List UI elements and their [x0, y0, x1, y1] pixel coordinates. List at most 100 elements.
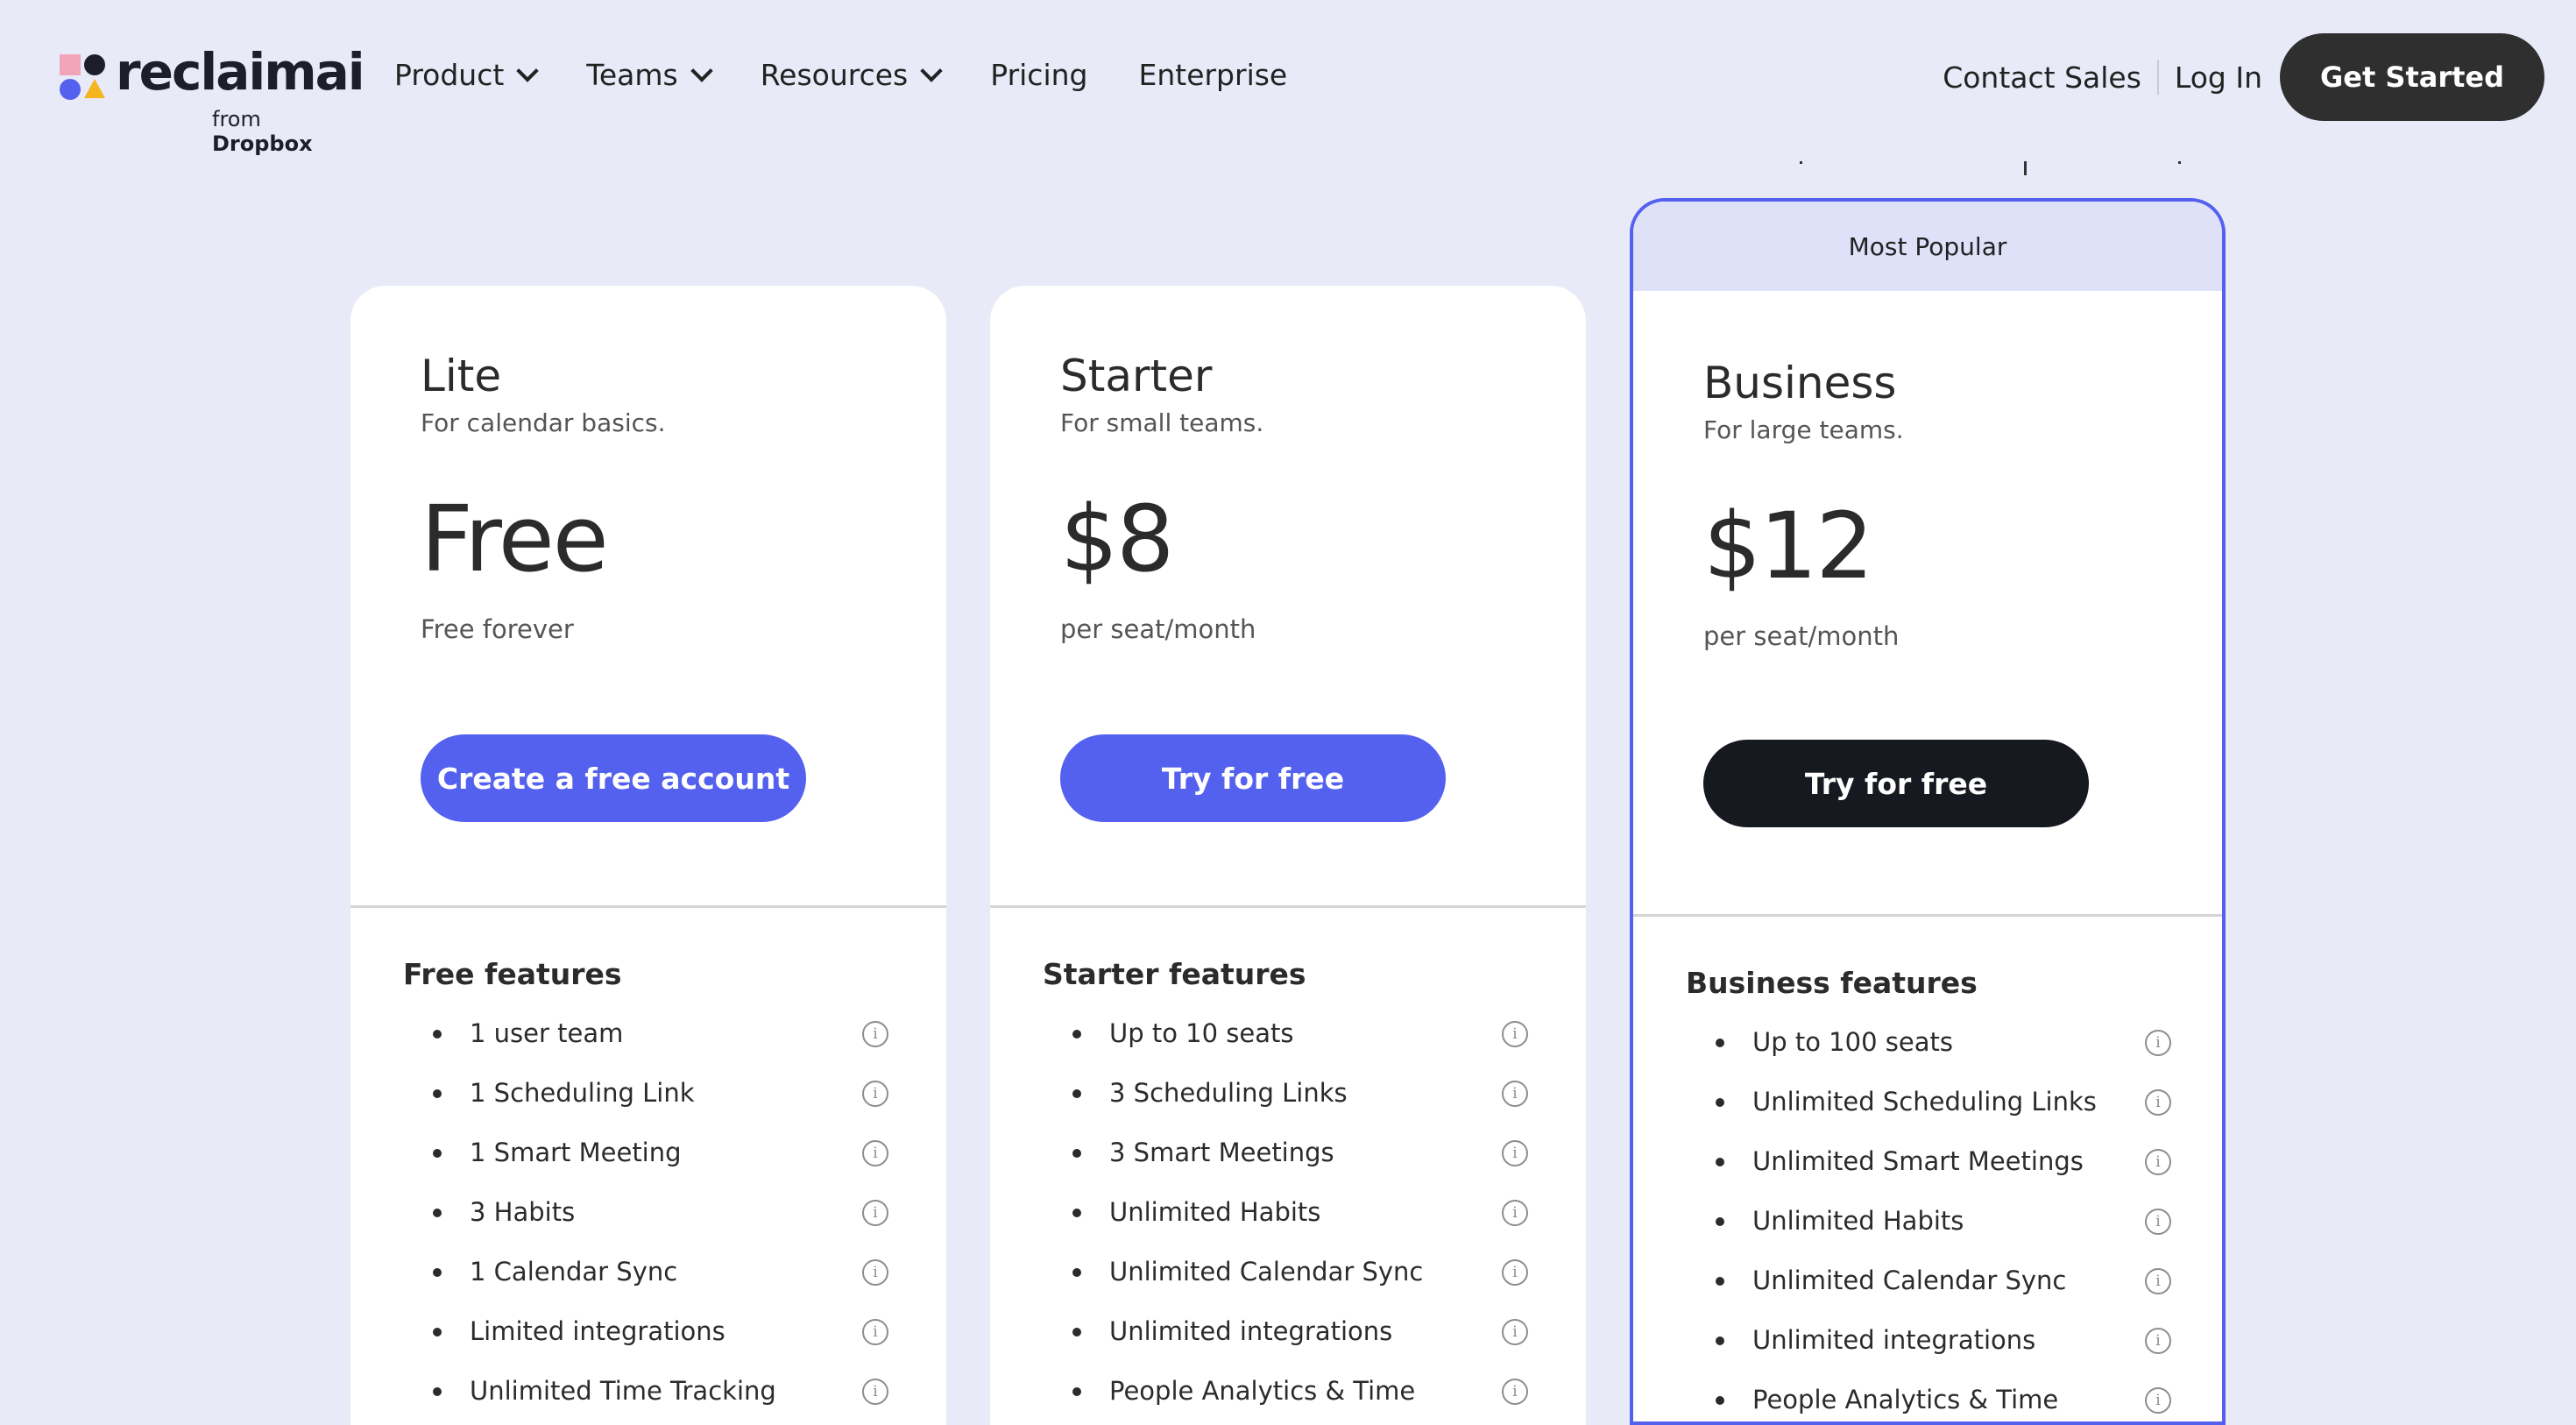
feature-item: Unlimited integrations i: [1043, 1301, 1586, 1361]
bullet-icon: [433, 1328, 442, 1336]
feature-label: 3 Scheduling Links: [1109, 1078, 1348, 1108]
nav-item-pricing[interactable]: Pricing: [990, 58, 1087, 92]
nav-item-product[interactable]: Product: [394, 58, 540, 92]
info-icon[interactable]: i: [2145, 1209, 2171, 1235]
feature-label: Unlimited Scheduling Links: [1752, 1087, 2097, 1117]
feature-list: Up to 10 seats i 3 Scheduling Links i 3 Sm…: [1043, 1003, 1586, 1421]
plan-price: $8: [1060, 486, 1174, 592]
bullet-icon: [1716, 1098, 1724, 1107]
info-icon[interactable]: i: [2145, 1328, 2171, 1354]
info-icon[interactable]: i: [2145, 1089, 2171, 1116]
info-icon[interactable]: i: [1502, 1021, 1528, 1047]
feature-label: 1 Calendar Sync: [470, 1257, 678, 1287]
plan-features: Starter features Up to 10 seats i 3 Sched…: [990, 908, 1586, 1421]
feature-item: 1 user team i: [403, 1003, 946, 1063]
log-in-link[interactable]: Log In: [2175, 60, 2262, 95]
info-icon[interactable]: i: [2145, 1268, 2171, 1294]
nav-actions: Contact Sales Log In Get Started: [1943, 33, 2544, 121]
bullet-icon: [433, 1209, 442, 1217]
plan-price: Free: [421, 486, 609, 592]
feature-item: Up to 10 seats i: [1043, 1003, 1586, 1063]
info-icon[interactable]: i: [862, 1021, 888, 1047]
create-free-account-button[interactable]: Create a free account: [421, 734, 806, 822]
info-icon[interactable]: i: [862, 1200, 888, 1226]
feature-label: Unlimited Calendar Sync: [1109, 1257, 1424, 1287]
features-title: Business features: [1686, 966, 1978, 1000]
plan-card-lite: Lite For calendar basics. Free Free fore…: [350, 286, 946, 1425]
info-icon[interactable]: i: [862, 1259, 888, 1286]
feature-item: 1 Scheduling Link i: [403, 1063, 946, 1123]
info-icon[interactable]: i: [2145, 1030, 2171, 1056]
info-icon[interactable]: i: [862, 1319, 888, 1345]
feature-label: Unlimited Habits: [1752, 1206, 1964, 1236]
info-icon[interactable]: i: [1502, 1379, 1528, 1405]
try-for-free-button-starter[interactable]: Try for free: [1060, 734, 1446, 822]
feature-label: Unlimited integrations: [1109, 1316, 1393, 1346]
feature-list: 1 user team i 1 Scheduling Link i 1 Smart …: [403, 1003, 946, 1421]
feature-label: Limited integrations: [470, 1316, 725, 1346]
nav-item-enterprise[interactable]: Enterprise: [1138, 58, 1287, 92]
bullet-icon: [1716, 1158, 1724, 1166]
feature-item: 3 Habits i: [403, 1182, 946, 1242]
features-title: Starter features: [1043, 957, 1306, 991]
bullet-icon: [1716, 1396, 1724, 1405]
plan-summary: Starter For small teams. $8 per seat/mon…: [990, 286, 1586, 908]
feature-label: 3 Smart Meetings: [1109, 1138, 1334, 1167]
reclaim-logo[interactable]: reclaimai from Dropbox: [58, 42, 365, 156]
feature-item: Unlimited Habits i: [1686, 1191, 2222, 1251]
bullet-icon: [1072, 1209, 1081, 1217]
plan-card-business: Most Popular Business For large teams. $…: [1630, 198, 2226, 1425]
get-started-button[interactable]: Get Started: [2280, 33, 2544, 121]
info-icon[interactable]: i: [2145, 1149, 2171, 1175]
feature-label: 3 Habits: [470, 1197, 576, 1227]
feature-label: 1 user team: [470, 1018, 624, 1048]
info-icon[interactable]: i: [1502, 1259, 1528, 1286]
feature-item: 1 Smart Meeting i: [403, 1123, 946, 1182]
bullet-icon: [1716, 1039, 1724, 1047]
bullet-icon: [433, 1268, 442, 1277]
main-menu: Product Teams Resources Pricing Enterpri…: [394, 58, 1338, 92]
info-icon[interactable]: i: [2145, 1387, 2171, 1414]
logo-from-dropbox: from Dropbox: [212, 107, 313, 156]
feature-label: Unlimited Calendar Sync: [1752, 1265, 2067, 1295]
info-icon[interactable]: i: [862, 1081, 888, 1107]
bullet-icon: [1072, 1030, 1081, 1039]
chevron-down-icon: [920, 59, 943, 82]
chevron-down-icon: [690, 59, 713, 82]
plan-period: Free forever: [421, 614, 574, 644]
feature-item: 3 Scheduling Links i: [1043, 1063, 1586, 1123]
bullet-icon: [1716, 1336, 1724, 1345]
info-icon[interactable]: i: [1502, 1140, 1528, 1166]
bullet-icon: [1072, 1149, 1081, 1158]
nav-item-resources[interactable]: Resources: [761, 58, 943, 92]
features-title: Free features: [403, 957, 622, 991]
plan-name: Starter: [1060, 351, 1213, 401]
feature-item: Unlimited Time Tracking i: [403, 1361, 946, 1421]
plan-summary: Business For large teams. $12 per seat/m…: [1633, 291, 2222, 917]
feature-item: People Analytics & Time i: [1043, 1361, 1586, 1421]
plan-name: Lite: [421, 351, 502, 401]
top-navbar: reclaimai from Dropbox Product Teams Res…: [0, 0, 2576, 158]
bullet-icon: [433, 1149, 442, 1158]
nav-divider: [2156, 60, 2159, 95]
feature-label: Unlimited Time Tracking: [470, 1376, 776, 1406]
plan-tagline: For calendar basics.: [421, 408, 666, 437]
feature-label: Unlimited Habits: [1109, 1197, 1321, 1227]
feature-label: Up to 100 seats: [1752, 1027, 1953, 1057]
feature-item: Unlimited Smart Meetings i: [1686, 1131, 2222, 1191]
bullet-icon: [1716, 1217, 1724, 1226]
bullet-icon: [1072, 1328, 1081, 1336]
info-icon[interactable]: i: [862, 1379, 888, 1405]
try-for-free-button-business[interactable]: Try for free: [1703, 740, 2089, 827]
feature-list: Up to 100 seats i Unlimited Scheduling Li…: [1686, 1012, 2222, 1421]
info-icon[interactable]: i: [1502, 1319, 1528, 1345]
info-icon[interactable]: i: [862, 1140, 888, 1166]
feature-label: People Analytics & Time: [1109, 1376, 1416, 1406]
info-icon[interactable]: i: [1502, 1200, 1528, 1226]
nav-item-teams[interactable]: Teams: [586, 58, 713, 92]
contact-sales-link[interactable]: Contact Sales: [1943, 60, 2141, 95]
info-icon[interactable]: i: [1502, 1081, 1528, 1107]
clipped-heading-fragment: [0, 161, 2576, 179]
feature-label: People Analytics & Time: [1752, 1385, 2059, 1414]
most-popular-badge: Most Popular: [1633, 202, 2222, 291]
